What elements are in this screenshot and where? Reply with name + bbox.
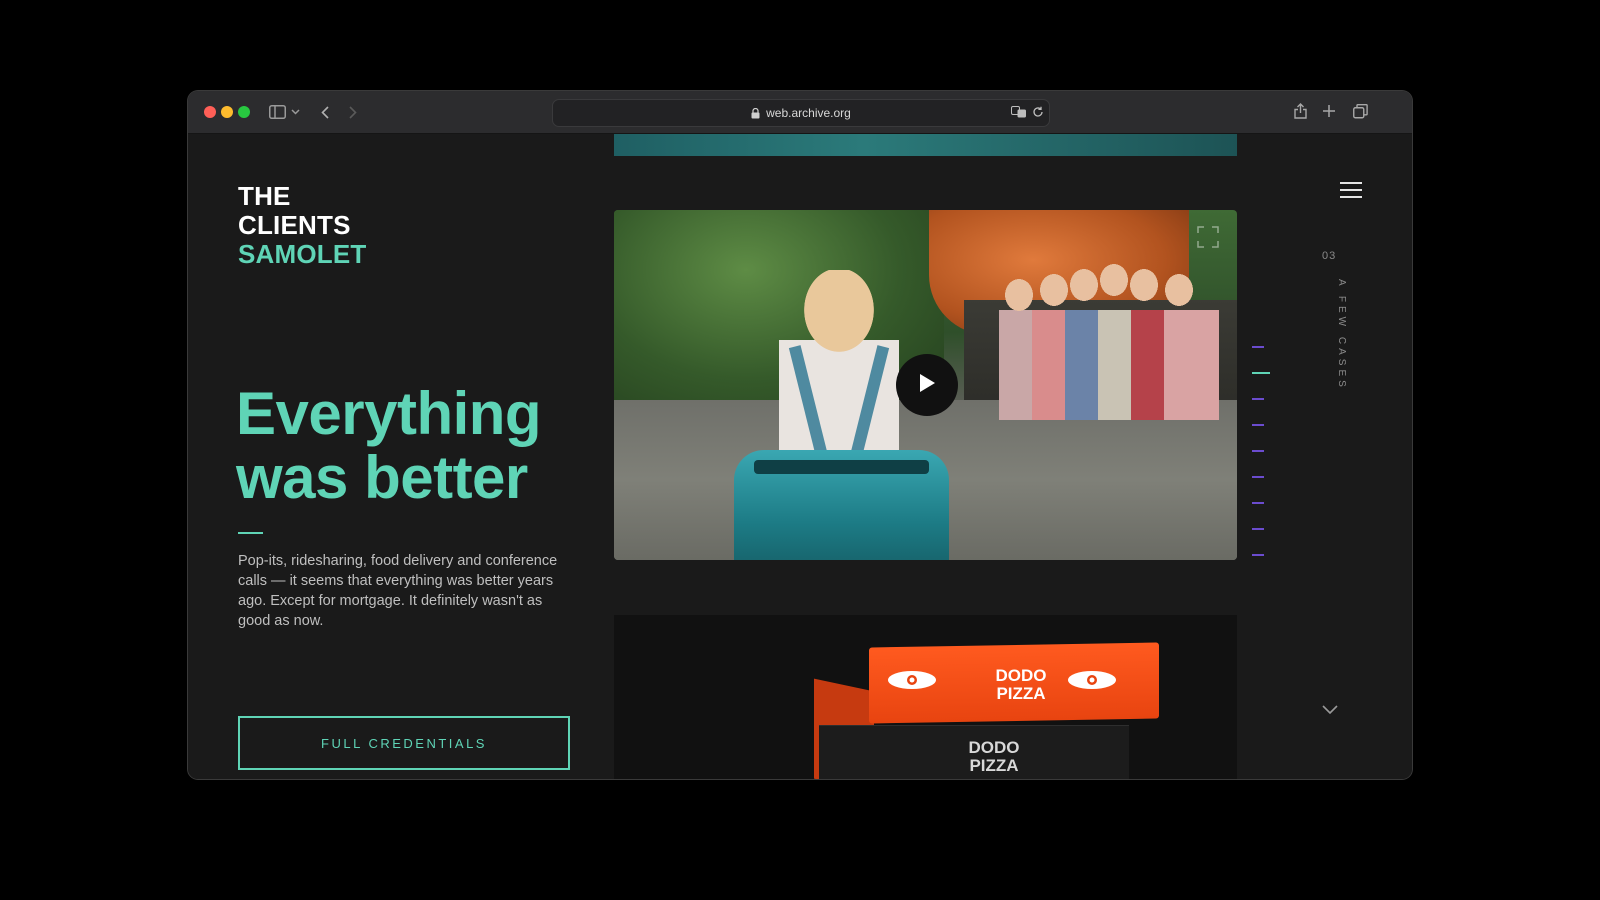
fullscreen-icon[interactable]	[1197, 226, 1219, 248]
chevron-down-icon[interactable]	[290, 106, 300, 118]
eyes-icon	[1066, 669, 1118, 691]
section-nav-item-1[interactable]	[1252, 346, 1264, 348]
page-content: THE CLIENTS SAMOLET Everything was bette…	[188, 134, 1412, 779]
section-nav-item-2[interactable]	[1252, 372, 1270, 374]
next-case-card[interactable]: DODO PIZZA DODO PIZZA	[614, 615, 1237, 779]
section-navigation	[1252, 346, 1276, 580]
browser-toolbar: web.archive.org	[188, 91, 1412, 134]
section-nav-item-5[interactable]	[1252, 450, 1264, 452]
logo-line-1: THE	[238, 181, 291, 211]
logo-line-3: SAMOLET	[238, 239, 367, 269]
lock-icon	[751, 107, 760, 119]
logo-line-2: CLIENTS	[238, 210, 351, 240]
pizza-brand-text: DODO PIZZA	[995, 666, 1047, 703]
site-logo[interactable]: THE CLIENTS SAMOLET	[238, 182, 367, 269]
play-button[interactable]	[896, 354, 958, 416]
menu-line	[1340, 182, 1362, 184]
close-window-button[interactable]	[204, 106, 216, 118]
translate-icon[interactable]	[1011, 105, 1027, 119]
section-number: 03	[1322, 250, 1337, 262]
section-label: A FEW CASES	[1336, 279, 1347, 391]
zoom-window-button[interactable]	[238, 106, 250, 118]
menu-line	[1340, 196, 1362, 198]
forward-icon[interactable]	[346, 104, 360, 120]
address-bar[interactable]: web.archive.org	[552, 99, 1050, 127]
full-credentials-button[interactable]: FULL CREDENTIALS	[238, 716, 570, 770]
hero-description: Pop-its, ridesharing, food delivery and …	[238, 553, 558, 629]
section-nav-item-8[interactable]	[1252, 528, 1264, 530]
section-nav-item-7[interactable]	[1252, 502, 1264, 504]
tabs-overview-icon[interactable]	[1352, 103, 1368, 119]
section-nav-item-4[interactable]	[1252, 424, 1264, 426]
video-still-children	[999, 250, 1219, 470]
back-icon[interactable]	[318, 104, 332, 120]
eyes-icon	[886, 669, 938, 691]
section-nav-item-9[interactable]	[1252, 554, 1264, 556]
video-still-car-seat	[754, 460, 929, 474]
share-icon[interactable]	[1292, 102, 1308, 120]
new-tab-icon[interactable]	[1322, 104, 1336, 118]
hamburger-menu-button[interactable]	[1340, 182, 1362, 198]
case-video[interactable]	[614, 210, 1237, 560]
reload-icon[interactable]	[1031, 105, 1045, 119]
previous-case-thumbnail[interactable]	[614, 134, 1237, 156]
pizza-brand-text-bottom: DODO PIZZA	[968, 738, 1020, 775]
scroll-down-icon[interactable]	[1322, 702, 1338, 715]
play-icon	[918, 373, 936, 398]
url-text: web.archive.org	[766, 106, 851, 120]
menu-line	[1340, 189, 1362, 191]
section-nav-item-6[interactable]	[1252, 476, 1264, 478]
headline-divider	[238, 532, 263, 534]
section-nav-item-3[interactable]	[1252, 398, 1264, 400]
browser-window: web.archive.org THE CLIENTS SAMOLET Ever…	[188, 91, 1412, 779]
minimize-window-button[interactable]	[221, 106, 233, 118]
sidebar-icon[interactable]	[268, 104, 286, 120]
hero-headline: Everything was better	[236, 380, 542, 511]
